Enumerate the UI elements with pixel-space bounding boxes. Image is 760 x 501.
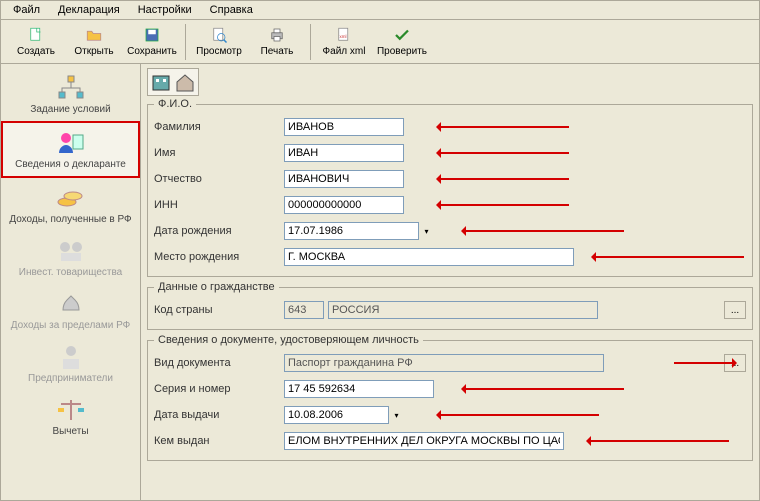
person-doc-icon bbox=[55, 129, 87, 157]
toolbar: Создать Открыть Сохранить Просмотр Печат… bbox=[0, 20, 760, 64]
new-doc-icon bbox=[27, 26, 45, 44]
label-series-number: Серия и номер bbox=[154, 383, 284, 395]
menu-declaration[interactable]: Декларация bbox=[50, 2, 128, 18]
label-inn: ИНН bbox=[154, 199, 284, 211]
toolbar-check-label: Проверить bbox=[377, 46, 427, 57]
input-country-code bbox=[284, 301, 324, 319]
printer-icon bbox=[268, 26, 286, 44]
input-issue-date[interactable] bbox=[284, 406, 404, 424]
annotation-arrow bbox=[464, 230, 624, 232]
money-bag-icon bbox=[55, 290, 87, 318]
label-issued-by: Кем выдан bbox=[154, 435, 284, 447]
group-citizenship: Данные о гражданстве Код страны ... bbox=[147, 281, 753, 330]
menu-help[interactable]: Справка bbox=[202, 2, 261, 18]
annotation-arrow bbox=[464, 388, 624, 390]
sidebar-label: Инвест. товарищества bbox=[19, 267, 122, 278]
input-name[interactable] bbox=[284, 144, 404, 162]
input-birth-date[interactable] bbox=[284, 222, 434, 240]
scales-icon bbox=[55, 396, 87, 424]
sidebar-label: Доходы, полученные в РФ bbox=[9, 214, 131, 225]
sidebar-item-income-rf[interactable]: Доходы, полученные в РФ bbox=[1, 178, 140, 231]
annotation-arrow bbox=[589, 440, 729, 442]
toolbar-open[interactable]: Открыть bbox=[65, 22, 123, 62]
toolbar-save[interactable]: Сохранить bbox=[123, 22, 181, 62]
sidebar-item-entrepreneur: Предприниматели bbox=[1, 337, 140, 390]
toolbar-print-label: Печать bbox=[261, 46, 294, 57]
sidebar-item-conditions[interactable]: Задание условий bbox=[1, 68, 140, 121]
country-lookup-button[interactable]: ... bbox=[724, 301, 746, 319]
label-name: Имя bbox=[154, 147, 284, 159]
menu-file[interactable]: Файл bbox=[5, 2, 48, 18]
sidebar-item-declarant[interactable]: Сведения о декларанте bbox=[1, 121, 140, 178]
preview-icon bbox=[210, 26, 228, 44]
annotation-arrow bbox=[439, 414, 599, 416]
label-patronymic: Отчество bbox=[154, 173, 284, 185]
main-form: Ф.И.О. Фамилия Имя Отчество ИНН bbox=[141, 64, 759, 500]
view-toggle bbox=[147, 68, 199, 96]
annotation-arrow bbox=[439, 152, 569, 154]
annotation-arrow bbox=[594, 256, 744, 258]
toolbar-print[interactable]: Печать bbox=[248, 22, 306, 62]
tree-icon bbox=[55, 74, 87, 102]
toolbar-preview[interactable]: Просмотр bbox=[190, 22, 248, 62]
xml-file-icon: xml bbox=[335, 26, 353, 44]
label-surname: Фамилия bbox=[154, 121, 284, 133]
toolbar-separator bbox=[310, 24, 311, 60]
label-country-code: Код страны bbox=[154, 304, 284, 316]
sidebar-item-deductions[interactable]: Вычеты bbox=[1, 390, 140, 443]
annotation-arrow bbox=[439, 126, 569, 128]
toolbar-file-xml[interactable]: xml Файл xml bbox=[315, 22, 373, 62]
menu-settings[interactable]: Настройки bbox=[130, 2, 200, 18]
toolbar-save-label: Сохранить bbox=[127, 46, 177, 57]
input-inn[interactable] bbox=[284, 196, 404, 214]
sidebar-label: Вычеты bbox=[52, 426, 88, 437]
sidebar: Задание условий Сведения о декларанте До… bbox=[1, 64, 141, 500]
sidebar-label: Доходы за пределами РФ bbox=[11, 320, 130, 331]
briefcase-person-icon bbox=[55, 343, 87, 371]
house-icon[interactable] bbox=[174, 71, 196, 93]
group-document-legend: Сведения о документе, удостоверяющем лич… bbox=[154, 334, 423, 346]
menubar: Файл Декларация Настройки Справка bbox=[0, 0, 760, 20]
toolbar-open-label: Открыть bbox=[74, 46, 113, 57]
input-doc-type bbox=[284, 354, 604, 372]
input-surname[interactable] bbox=[284, 118, 404, 136]
check-icon bbox=[393, 26, 411, 44]
toolbar-separator bbox=[185, 24, 186, 60]
annotation-arrow bbox=[674, 362, 734, 364]
save-disk-icon bbox=[143, 26, 161, 44]
label-birth-date: Дата рождения bbox=[154, 225, 284, 237]
input-birth-place[interactable] bbox=[284, 248, 574, 266]
toolbar-create-label: Создать bbox=[17, 46, 55, 57]
input-country-name bbox=[328, 301, 598, 319]
label-issue-date: Дата выдачи bbox=[154, 409, 284, 421]
label-doc-type: Вид документа bbox=[154, 357, 284, 369]
annotation-arrow bbox=[439, 204, 569, 206]
date-picker-button[interactable]: ▾ bbox=[418, 222, 434, 240]
annotation-arrow bbox=[439, 178, 569, 180]
coins-icon bbox=[55, 184, 87, 212]
toolbar-file-xml-label: Файл xml bbox=[323, 46, 366, 57]
building-icon[interactable] bbox=[150, 71, 172, 93]
group-document: Сведения о документе, удостоверяющем лич… bbox=[147, 334, 753, 461]
input-series-number[interactable] bbox=[284, 380, 434, 398]
toolbar-create[interactable]: Создать bbox=[7, 22, 65, 62]
group-citizenship-legend: Данные о гражданстве bbox=[154, 281, 279, 293]
group-fio: Ф.И.О. Фамилия Имя Отчество ИНН bbox=[147, 98, 753, 277]
toolbar-check[interactable]: Проверить bbox=[373, 22, 431, 62]
open-folder-icon bbox=[85, 26, 103, 44]
toolbar-preview-label: Просмотр bbox=[196, 46, 242, 57]
sidebar-item-invest: Инвест. товарищества bbox=[1, 231, 140, 284]
group-fio-legend: Ф.И.О. bbox=[154, 98, 196, 110]
input-patronymic[interactable] bbox=[284, 170, 404, 188]
input-issued-by[interactable] bbox=[284, 432, 564, 450]
sidebar-label: Предприниматели bbox=[28, 373, 113, 384]
handshake-icon bbox=[55, 237, 87, 265]
sidebar-item-income-foreign: Доходы за пределами РФ bbox=[1, 284, 140, 337]
sidebar-label: Сведения о декларанте bbox=[15, 159, 126, 170]
svg-text:xml: xml bbox=[340, 34, 347, 39]
sidebar-label: Задание условий bbox=[30, 104, 110, 115]
label-birth-place: Место рождения bbox=[154, 251, 284, 263]
date-picker-button[interactable]: ▾ bbox=[388, 406, 404, 424]
